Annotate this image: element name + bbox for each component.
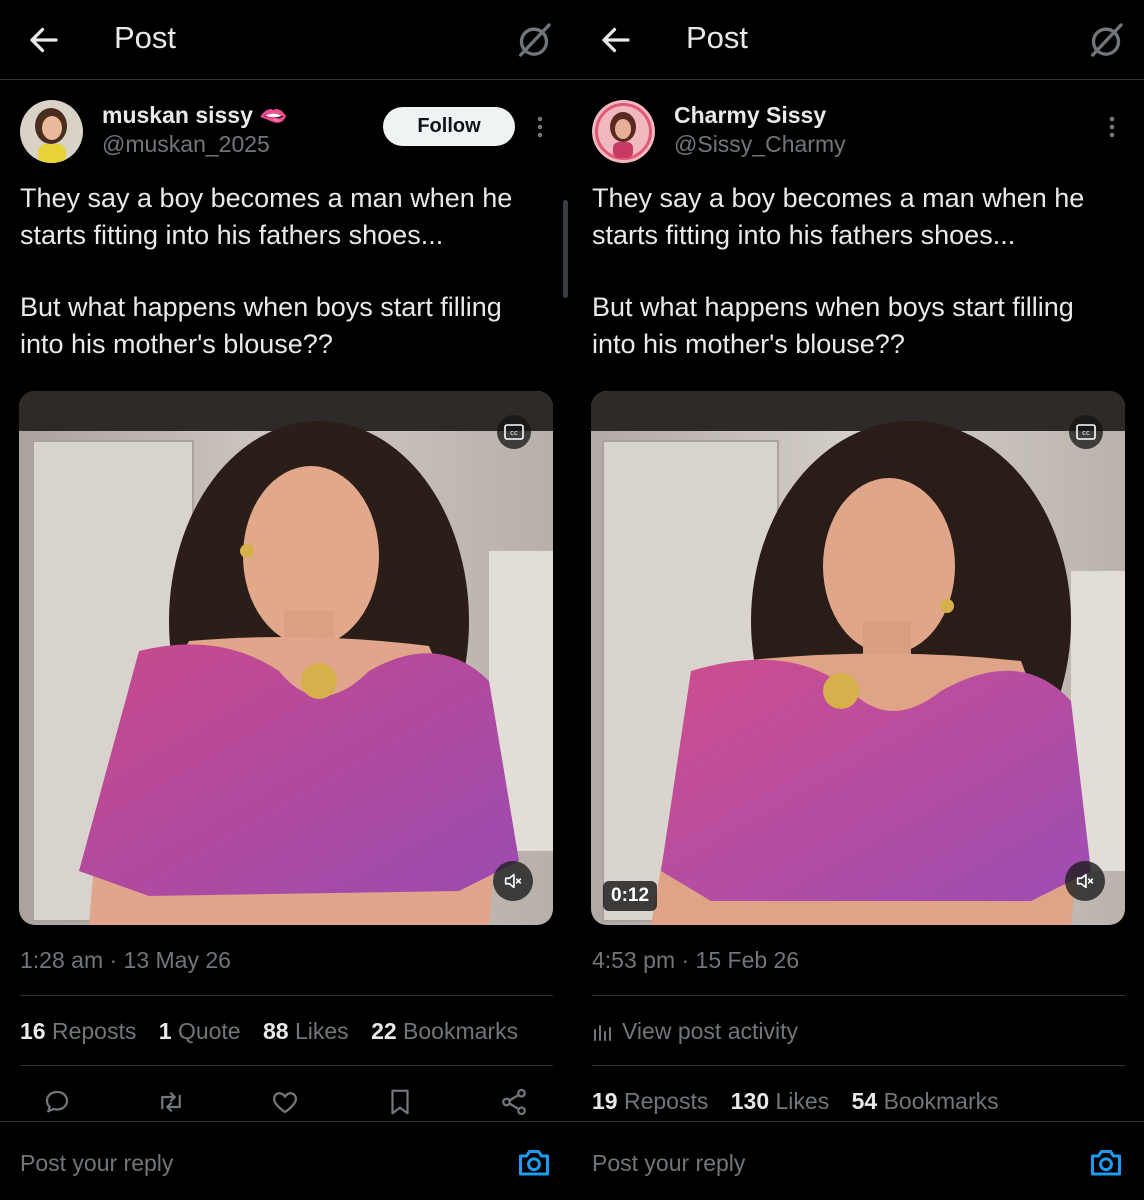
reply-composer[interactable]: Post your reply [0, 1121, 572, 1200]
post-text-line: into his mother's blouse?? [592, 328, 905, 359]
likes-stat[interactable]: 130 Likes [731, 1088, 829, 1114]
divider [20, 995, 553, 996]
camera-icon[interactable] [516, 1144, 552, 1180]
arrow-left-icon[interactable] [26, 22, 62, 58]
author-handle[interactable]: @muskan_2025 [102, 131, 270, 158]
bookmarks-stat[interactable]: 54 Bookmarks [852, 1088, 999, 1114]
arrow-left-icon[interactable] [598, 22, 634, 58]
divider [20, 1065, 553, 1066]
engagement-stats: 19 Reposts 130 Likes 54 Bookmarks [592, 1088, 1015, 1115]
post-video[interactable]: cc 0:12 [591, 391, 1125, 925]
captions-button[interactable]: cc [497, 415, 531, 449]
volume-mute-icon [1076, 873, 1094, 889]
scrollbar[interactable] [563, 200, 568, 298]
author-name[interactable]: muskan sissy 🫦 [102, 102, 288, 129]
post-text: They say a boy becomes a man when he sta… [592, 180, 1132, 362]
reply-input-placeholder[interactable]: Post your reply [20, 1150, 173, 1177]
likes-stat[interactable]: 88 Likes [263, 1018, 349, 1044]
grok-icon[interactable] [1086, 20, 1126, 60]
more-options-icon[interactable] [530, 113, 550, 141]
post-text-line: They say a boy becomes a man when he [20, 183, 513, 213]
page-title: Post [686, 20, 749, 55]
author-name[interactable]: Charmy Sissy [674, 102, 826, 129]
avatar[interactable] [20, 100, 83, 163]
post-text-line: into his mother's blouse?? [20, 328, 333, 359]
captions-button[interactable]: cc [1069, 415, 1103, 449]
mute-button[interactable] [1065, 861, 1105, 901]
svg-text:cc: cc [1082, 429, 1090, 437]
like-icon [272, 1092, 298, 1114]
share-icon [502, 1088, 526, 1116]
reply-composer[interactable]: Post your reply [572, 1121, 1144, 1200]
post-text-line: But what happens when boys start filling [592, 292, 1074, 322]
top-bar: Post [0, 0, 572, 80]
action-bar [20, 1082, 553, 1126]
follow-button[interactable]: Follow [383, 107, 515, 146]
grok-icon[interactable] [514, 20, 554, 60]
video-duration: 0:12 [603, 881, 658, 911]
svg-text:cc: cc [510, 429, 518, 437]
reposts-stat[interactable]: 16 Reposts [20, 1018, 136, 1044]
reposts-stat[interactable]: 19 Reposts [592, 1088, 708, 1114]
page-title: Post [114, 20, 177, 55]
captions-icon: cc [504, 424, 524, 440]
post-text-line: But what happens when boys start filling [20, 292, 502, 322]
quotes-stat[interactable]: 1 Quote [159, 1018, 241, 1044]
post-text: They say a boy becomes a man when he sta… [20, 180, 560, 362]
right-post-panel: Post Charmy Sissy @Sissy_Charmy They say… [572, 0, 1144, 1200]
bookmarks-stat[interactable]: 22 Bookmarks [371, 1018, 518, 1044]
repost-button[interactable] [151, 1082, 191, 1122]
bookmark-button[interactable] [380, 1082, 420, 1122]
post-video[interactable]: cc [19, 391, 553, 925]
mute-button[interactable] [493, 861, 533, 901]
reply-input-placeholder[interactable]: Post your reply [592, 1150, 745, 1177]
post-timestamp[interactable]: 1:28 am · 13 May 26 [20, 947, 231, 974]
divider [592, 995, 1125, 996]
captions-icon: cc [1076, 424, 1096, 440]
avatar[interactable] [592, 100, 655, 163]
bookmark-icon [391, 1089, 409, 1115]
reply-button[interactable] [37, 1082, 77, 1122]
top-bar: Post [572, 0, 1144, 80]
camera-icon[interactable] [1088, 1144, 1124, 1180]
like-button[interactable] [265, 1082, 305, 1122]
post-text-line: starts fitting into his fathers shoes... [20, 219, 444, 250]
share-button[interactable] [494, 1082, 534, 1122]
view-post-activity[interactable]: View post activity [592, 1018, 798, 1045]
repost-icon [161, 1092, 181, 1112]
post-text-line: They say a boy becomes a man when he [592, 183, 1085, 213]
post-timestamp[interactable]: 4:53 pm · 15 Feb 26 [592, 947, 799, 974]
reply-icon [45, 1090, 69, 1113]
left-post-panel: Post muskan sissy 🫦 @muskan_2025 Follow … [0, 0, 572, 1200]
post-text-line: starts fitting into his fathers shoes... [592, 219, 1016, 250]
view-post-activity-label: View post activity [622, 1018, 798, 1044]
author-handle[interactable]: @Sissy_Charmy [674, 131, 846, 158]
volume-mute-icon [504, 873, 522, 889]
more-options-icon[interactable] [1102, 113, 1122, 141]
analytics-icon [594, 1024, 611, 1041]
engagement-stats: 16 Reposts 1 Quote 88 Likes 22 Bookmarks [20, 1018, 534, 1045]
divider [592, 1065, 1125, 1066]
